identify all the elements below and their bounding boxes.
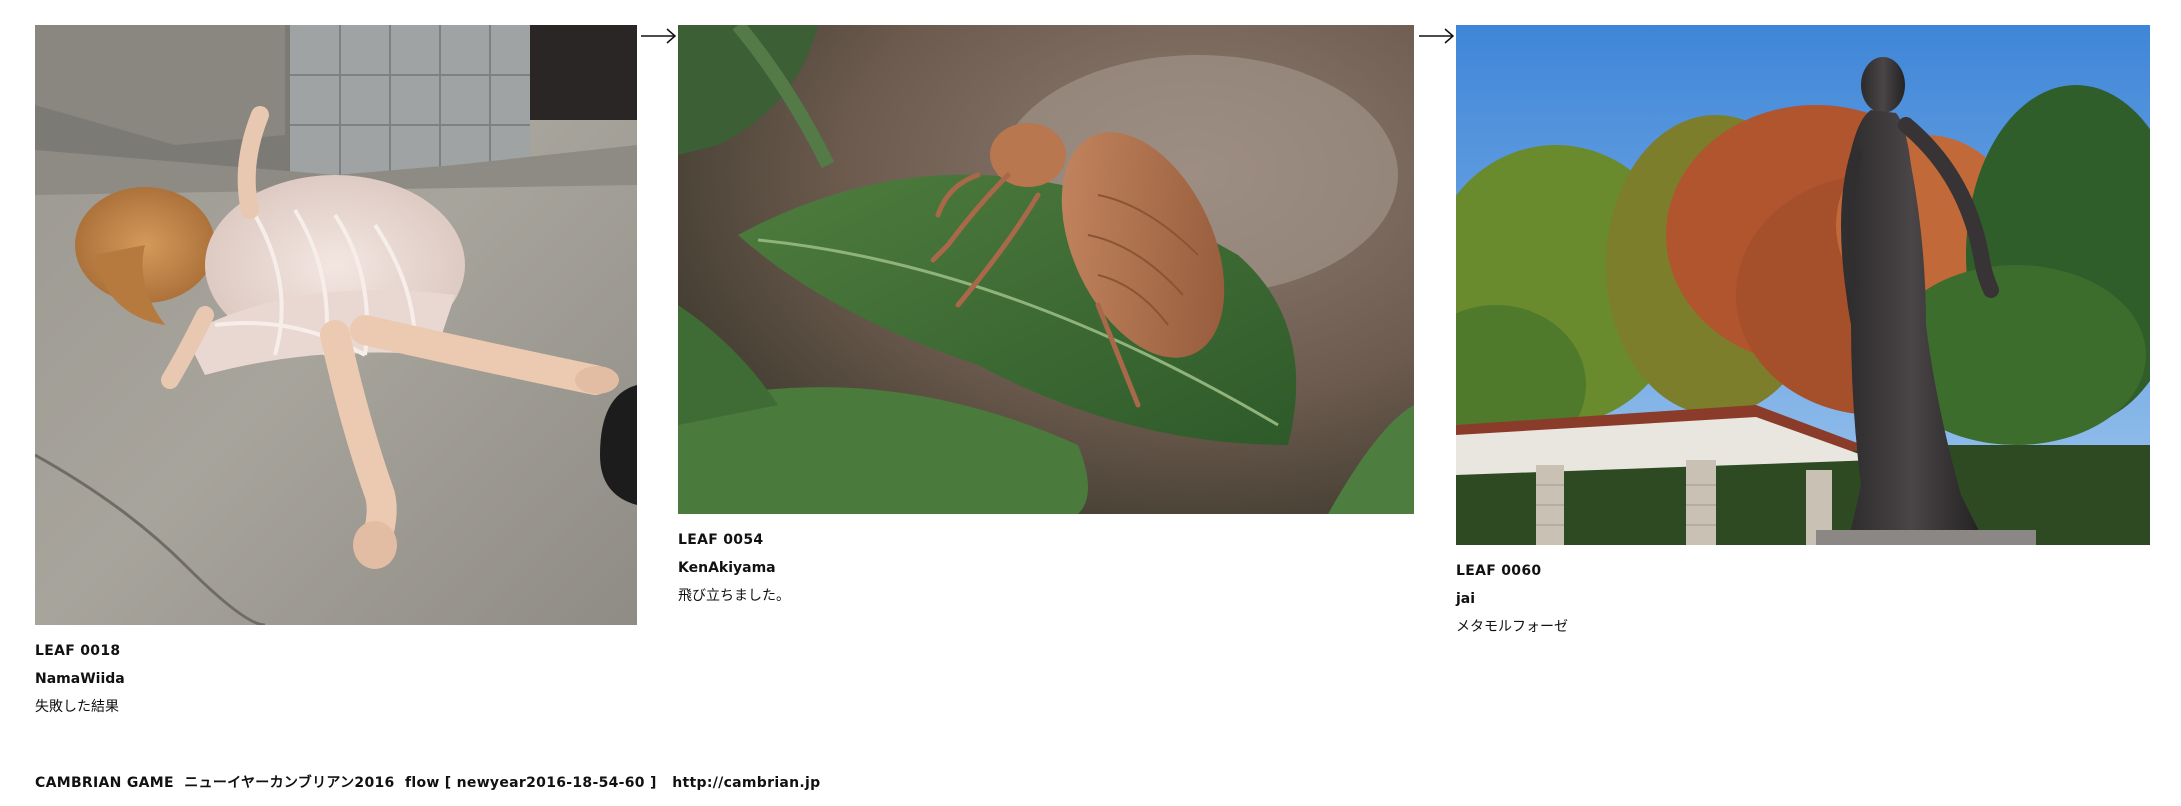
leaf-author[interactable]: jai (1456, 585, 2150, 613)
leaf-author[interactable]: NamaWiida (35, 665, 637, 693)
leaf-photo-cicada[interactable] (678, 25, 1414, 514)
arrow-right-icon (1419, 28, 1455, 44)
footer-flow-id: flow [ newyear2016-18-54-60 ] (404, 775, 657, 791)
leaf-title: 飛び立ちました。 (678, 588, 790, 604)
footer: CAMBRIAN GAME ニューイヤーカンブリアン2016 flow [ ne… (35, 772, 820, 792)
leaf-id[interactable]: LEAF 0054 (678, 526, 1414, 554)
leaf-author[interactable]: KenAkiyama (678, 554, 1414, 582)
leaf-caption: LEAF 0054 KenAkiyama 飛び立ちました。 (678, 526, 1414, 610)
leaf-caption: LEAF 0018 NamaWiida 失敗した結果 (35, 637, 637, 721)
leaf-photo-statue[interactable] (1456, 25, 2150, 545)
leaf-caption: LEAF 0060 jai メタモルフォーゼ (1456, 557, 2150, 641)
arrow-right-icon (641, 28, 677, 44)
leaf-id[interactable]: LEAF 0060 (1456, 557, 2150, 585)
footer-site-name: CAMBRIAN GAME (35, 775, 174, 791)
leaf-title: 失敗した結果 (35, 699, 119, 715)
leaf-card: LEAF 0054 KenAkiyama 飛び立ちました。 (678, 25, 1414, 610)
leaf-photo-doll[interactable] (35, 25, 637, 625)
leaf-card: LEAF 0060 jai メタモルフォーゼ (1456, 25, 2150, 641)
leaf-title: メタモルフォーゼ (1456, 619, 1568, 635)
footer-site-link[interactable]: http://cambrian.jp (672, 775, 820, 791)
leaf-id[interactable]: LEAF 0018 (35, 637, 637, 665)
leaf-card: LEAF 0018 NamaWiida 失敗した結果 (35, 25, 637, 721)
footer-event-name: ニューイヤーカンブリアン2016 (184, 775, 395, 791)
